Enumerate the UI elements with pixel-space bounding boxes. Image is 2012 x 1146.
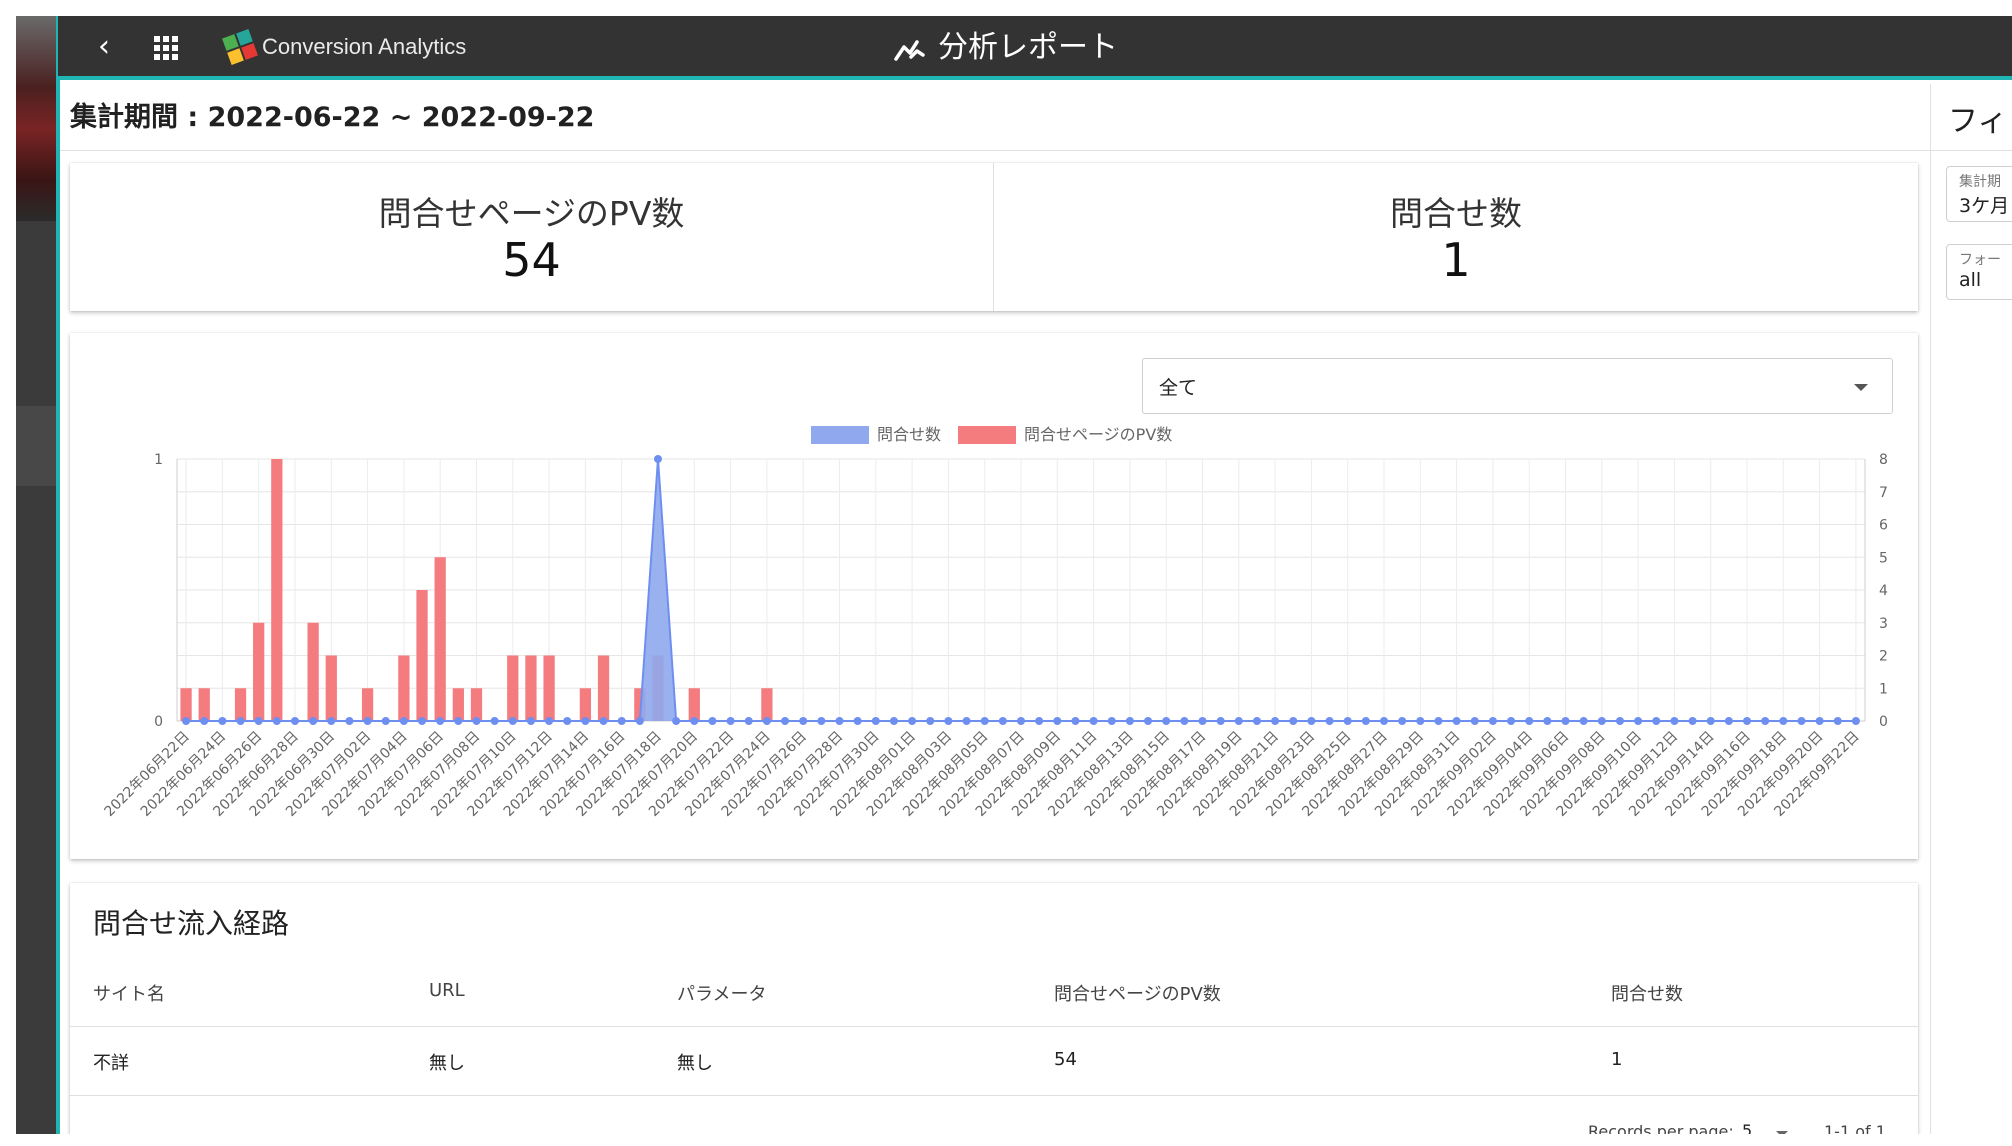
app-logo-icon xyxy=(222,29,258,65)
app-bar: ‹ Conversion Analytics 分析レポート xyxy=(58,16,2012,80)
analytics-icon xyxy=(894,40,925,61)
stat-pv-label: 問合せページのPV数 xyxy=(378,194,685,233)
form-select-value: all xyxy=(1959,269,1982,291)
divider xyxy=(60,150,1932,151)
header-parameter[interactable]: パラメータ xyxy=(677,980,766,1006)
page-bottom-edge xyxy=(0,1134,2012,1146)
inflow-table-card xyxy=(70,883,1918,1146)
period-select[interactable]: 集計期 3ケ月 xyxy=(1946,166,2012,222)
cell-site-name: 不詳 xyxy=(93,1053,129,1074)
form-select[interactable]: フォー all xyxy=(1946,244,2012,300)
divider xyxy=(70,1095,1918,1096)
dropdown-arrow-icon xyxy=(1854,384,1868,391)
cell-parameter: 無し xyxy=(677,1053,713,1074)
divider xyxy=(1930,150,2012,151)
apps-grid-button[interactable] xyxy=(148,30,184,66)
cell-pv-count: 54 xyxy=(1054,1049,1077,1070)
accent-border xyxy=(56,16,60,1134)
header-inquiry-count[interactable]: 問合せ数 xyxy=(1611,980,1683,1006)
stats-card: 問合せページのPV数 54 問合せ数 1 xyxy=(70,163,1918,311)
stat-inquiry-label: 問合せ数 xyxy=(1390,194,1522,233)
filter-panel-title: フィ xyxy=(1948,104,2008,139)
back-button[interactable]: ‹ xyxy=(86,30,122,66)
stat-inquiry-value: 1 xyxy=(1441,233,1471,287)
header-site-name[interactable]: サイト名 xyxy=(93,980,165,1006)
table-title: 問合せ流入経路 xyxy=(93,907,290,940)
chevron-left-icon: ‹ xyxy=(98,29,110,64)
cell-inquiry-count: 1 xyxy=(1611,1049,1623,1070)
sidebar-thumbnail xyxy=(16,16,58,221)
divider xyxy=(70,1026,1918,1027)
period-select-label: 集計期 xyxy=(1959,174,2001,190)
form-select-label: フォー xyxy=(1959,252,2001,268)
brand-name: Conversion Analytics xyxy=(262,34,467,59)
left-sidebar-strip xyxy=(16,16,58,1134)
chart-filter-value: 全て xyxy=(1159,377,1198,399)
sidebar-active-band xyxy=(16,406,58,486)
header-pv-count[interactable]: 問合せページのPV数 xyxy=(1054,980,1221,1006)
cell-url: 無し xyxy=(429,1053,465,1074)
stat-pv-value: 54 xyxy=(502,233,561,287)
page-title: 分析レポート xyxy=(938,30,1118,65)
stat-pv: 問合せページのPV数 54 xyxy=(70,163,993,311)
period-select-value: 3ケ月 xyxy=(1959,195,2010,217)
header-url[interactable]: URL xyxy=(429,980,465,1001)
chart-filter-select[interactable]: 全て xyxy=(1142,358,1893,414)
stat-inquiry: 問合せ数 1 xyxy=(994,163,1918,311)
period-text: 集計期間 : 2022-06-22 ~ 2022-09-22 xyxy=(70,102,595,133)
